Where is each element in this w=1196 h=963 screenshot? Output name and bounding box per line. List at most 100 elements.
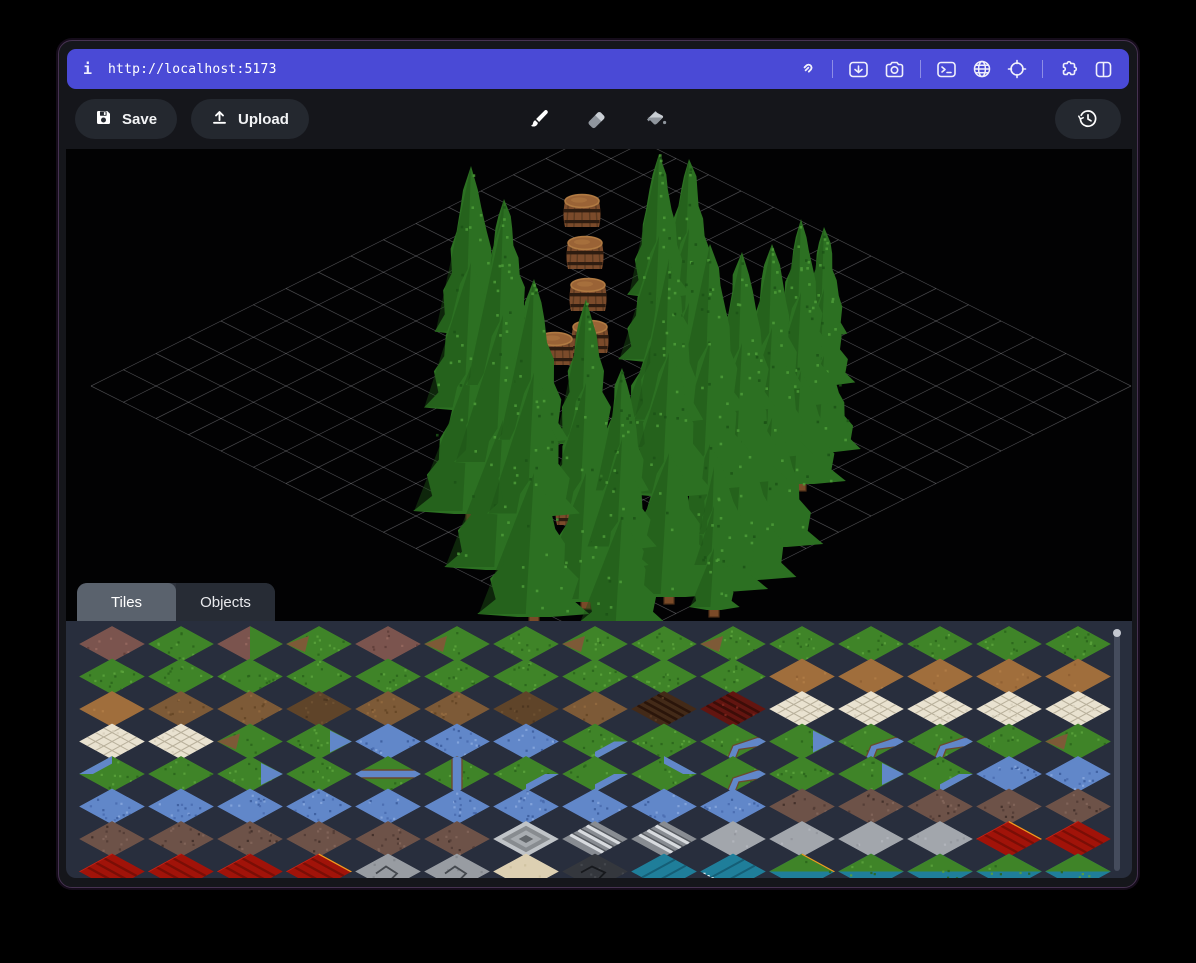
palette-tile-grass_river_diag[interactable] bbox=[424, 756, 490, 792]
palette-tile-grass[interactable] bbox=[493, 626, 559, 662]
palette-tile-rocky[interactable] bbox=[148, 821, 214, 857]
puzzle-icon[interactable] bbox=[1058, 59, 1079, 79]
palette-tile-dirt_smooth[interactable] bbox=[976, 659, 1042, 695]
palette-tile-grass_water_corner[interactable] bbox=[769, 724, 835, 760]
palette-tile-water[interactable] bbox=[355, 724, 421, 760]
palette-tile-red_planks[interactable] bbox=[700, 691, 766, 727]
palette-tile-grass_teal[interactable] bbox=[907, 854, 973, 879]
palette-tile-grass[interactable] bbox=[493, 659, 559, 695]
terminal-icon[interactable] bbox=[936, 60, 957, 79]
palette-tile-water[interactable] bbox=[424, 724, 490, 760]
palette-tile-stripe_stairs[interactable] bbox=[631, 821, 697, 857]
palette-tile-dirt_brown[interactable] bbox=[562, 691, 628, 727]
palette-tile-grass[interactable] bbox=[631, 659, 697, 695]
palette-tile-grass[interactable] bbox=[148, 756, 214, 792]
palette-tile-teal_roof[interactable] bbox=[631, 854, 697, 879]
palette-tile-dirt_grass[interactable] bbox=[217, 626, 283, 662]
palette-tile-dirt_smooth[interactable] bbox=[907, 659, 973, 695]
palette-tile-water[interactable] bbox=[79, 789, 145, 825]
palette-tile-grass_dirt[interactable] bbox=[286, 626, 352, 662]
palette-tile-grass[interactable] bbox=[631, 626, 697, 662]
palette-tile-rocky[interactable] bbox=[424, 821, 490, 857]
palette-tile-white_floor[interactable] bbox=[838, 691, 904, 727]
palette-tile-grass_dirt[interactable] bbox=[217, 724, 283, 760]
palette-tile-grass_dirt[interactable] bbox=[1045, 724, 1111, 760]
palette-tile-grass_dirt[interactable] bbox=[700, 626, 766, 662]
tab-tiles[interactable]: Tiles bbox=[77, 583, 176, 621]
palette-tile-dark_rock[interactable] bbox=[562, 854, 628, 879]
palette-tile-gray_rock[interactable] bbox=[424, 854, 490, 879]
palette-tile-grass[interactable] bbox=[562, 659, 628, 695]
palette-tile-stripe_stairs[interactable] bbox=[562, 821, 628, 857]
palette-tile-grass_dirt[interactable] bbox=[424, 626, 490, 662]
palette-tile-white_floor[interactable] bbox=[907, 691, 973, 727]
palette-tile-grass[interactable] bbox=[424, 659, 490, 695]
history-button[interactable] bbox=[1055, 99, 1121, 139]
brush-tool-button[interactable] bbox=[527, 107, 551, 131]
palette-tile-water[interactable] bbox=[493, 789, 559, 825]
url-text[interactable]: http://localhost:5173 bbox=[108, 62, 277, 77]
palette-tile-dirt_dark[interactable] bbox=[493, 691, 559, 727]
palette-tile-grass[interactable] bbox=[907, 626, 973, 662]
palette-tile-grass_teal[interactable] bbox=[976, 854, 1042, 879]
save-button[interactable]: Save bbox=[75, 99, 177, 139]
link-icon[interactable] bbox=[797, 59, 817, 79]
palette-tile-grass_river_bend[interactable] bbox=[700, 724, 766, 760]
palette-tile-grass[interactable] bbox=[976, 724, 1042, 760]
palette-tile-white_floor[interactable] bbox=[769, 691, 835, 727]
palette-tile-gray[interactable] bbox=[907, 821, 973, 857]
palette-tile-white_floor[interactable] bbox=[976, 691, 1042, 727]
palette-tile-red_roof[interactable] bbox=[79, 854, 145, 879]
palette-tile-grass[interactable] bbox=[148, 659, 214, 695]
palette-tile-grass[interactable] bbox=[769, 756, 835, 792]
palette-tile-grass_river_h[interactable] bbox=[355, 756, 421, 792]
map-canvas[interactable] bbox=[66, 149, 1132, 621]
page-info-icon[interactable]: i bbox=[83, 60, 92, 78]
tab-objects[interactable]: Objects bbox=[176, 583, 275, 621]
palette-tile-water[interactable] bbox=[631, 789, 697, 825]
palette-tile-red_roof_trim[interactable] bbox=[976, 821, 1042, 857]
palette-tile-red_roof[interactable] bbox=[1045, 821, 1111, 857]
palette-tile-grass_water_edge[interactable] bbox=[562, 756, 628, 792]
palette-tile-grass[interactable] bbox=[1045, 626, 1111, 662]
palette-tile-water[interactable] bbox=[217, 789, 283, 825]
palette-tile-dirt_brown[interactable] bbox=[217, 691, 283, 727]
palette-tile-teal_roof_dots[interactable] bbox=[700, 854, 766, 879]
palette-tile-grass[interactable] bbox=[217, 659, 283, 695]
palette-tile-water[interactable] bbox=[562, 789, 628, 825]
palette-tile-water[interactable] bbox=[355, 789, 421, 825]
palette-tile-gray[interactable] bbox=[769, 821, 835, 857]
palette-tile-water[interactable] bbox=[1045, 756, 1111, 792]
palette-tile-dirt_smooth[interactable] bbox=[1045, 659, 1111, 695]
palette-tile-rocky[interactable] bbox=[907, 789, 973, 825]
palette-tile-white_floor[interactable] bbox=[79, 724, 145, 760]
palette-tile-grass_teal_orange[interactable] bbox=[769, 854, 835, 879]
palette-tile-rocky[interactable] bbox=[79, 821, 145, 857]
palette-tile-grass_water_corner[interactable] bbox=[217, 756, 283, 792]
palette-tile-water[interactable] bbox=[148, 789, 214, 825]
split-view-icon[interactable] bbox=[1094, 60, 1113, 79]
palette-tile-rocky[interactable] bbox=[286, 821, 352, 857]
palette-tile-grass[interactable] bbox=[769, 626, 835, 662]
palette-tile-grass[interactable] bbox=[838, 626, 904, 662]
palette-tile-step_pyramid[interactable] bbox=[493, 821, 559, 857]
palette-tile-gray[interactable] bbox=[700, 821, 766, 857]
eraser-tool-button[interactable] bbox=[585, 107, 609, 131]
palette-tile-water[interactable] bbox=[700, 789, 766, 825]
palette-tile-rocky[interactable] bbox=[769, 789, 835, 825]
palette-tile-dirt_smooth[interactable] bbox=[769, 659, 835, 695]
palette-tile-grass_river_bend[interactable] bbox=[907, 724, 973, 760]
palette-tile-dirt_smooth[interactable] bbox=[79, 691, 145, 727]
palette-scrollbar-thumb[interactable] bbox=[1113, 629, 1121, 637]
palette-tile-grass[interactable] bbox=[700, 659, 766, 695]
palette-tile-red_roof_trim[interactable] bbox=[286, 854, 352, 879]
frame-capture-icon[interactable] bbox=[848, 60, 869, 79]
palette-tile-gray_rock[interactable] bbox=[355, 854, 421, 879]
upload-button[interactable]: Upload bbox=[191, 99, 309, 139]
palette-tile-grass_water_edge[interactable] bbox=[562, 724, 628, 760]
palette-tile-water[interactable] bbox=[286, 789, 352, 825]
palette-tile-grass_water_corner[interactable] bbox=[286, 724, 352, 760]
palette-tile-grass[interactable] bbox=[355, 659, 421, 695]
palette-tile-red_roof[interactable] bbox=[217, 854, 283, 879]
palette-tile-grass[interactable] bbox=[631, 724, 697, 760]
